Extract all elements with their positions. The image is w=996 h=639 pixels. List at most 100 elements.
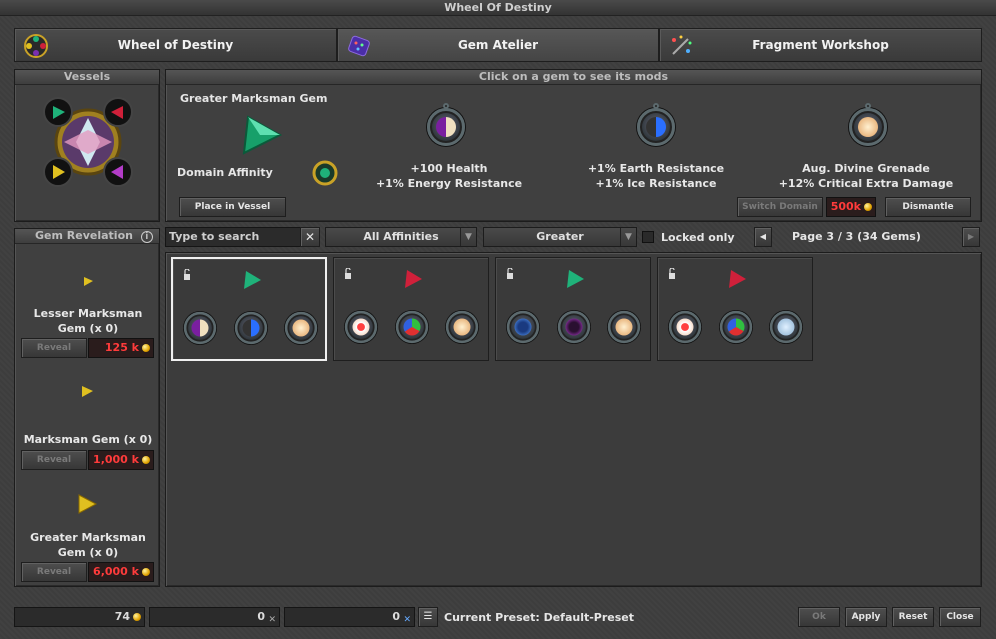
gem-card[interactable] xyxy=(333,257,489,361)
chevron-down-icon: ▼ xyxy=(460,228,476,246)
wheel-of-destiny-window: Wheel Of Destiny Wheel of Destiny Gem At… xyxy=(0,0,996,639)
gem-icon xyxy=(244,271,261,289)
affinity-dropdown[interactable]: All Affinities ▼ xyxy=(325,227,477,247)
gem-card[interactable] xyxy=(171,257,327,361)
gold-value: 74 xyxy=(114,610,130,623)
lesser-marksman-gem-icon xyxy=(84,277,93,286)
greater-gem-name-2: Gem (x 0) xyxy=(57,546,119,559)
window-title: Wheel Of Destiny xyxy=(0,0,996,16)
apply-button[interactable]: Apply xyxy=(845,607,887,627)
reveal-lesser-button[interactable]: Reveal xyxy=(21,338,87,358)
reset-button[interactable]: Reset xyxy=(892,607,934,627)
dismantle-button[interactable]: Dismantle xyxy=(885,197,971,217)
vessel-wheel-icon[interactable] xyxy=(40,94,136,190)
price-value: 1,000 k xyxy=(93,453,139,466)
affinity-value: All Affinities xyxy=(363,230,439,243)
mod-socket-earth-ice[interactable] xyxy=(637,103,675,146)
place-in-vessel-button[interactable]: Place in Vessel xyxy=(179,197,286,217)
greater-gem-name-1: Greater Marksman xyxy=(30,531,146,544)
previous-page-button[interactable]: ◀ xyxy=(754,227,772,247)
tab-label: Fragment Workshop xyxy=(752,38,889,52)
gold-balance: 74 xyxy=(14,607,145,627)
info-icon[interactable]: i xyxy=(140,231,153,243)
fragment-balance-2: 0 ✕ xyxy=(284,607,415,627)
clear-search-button[interactable]: ✕ xyxy=(300,227,320,247)
greater-marksman-gem-small-icon xyxy=(78,494,98,514)
ok-button[interactable]: Ok xyxy=(798,607,840,627)
gold-coin-icon xyxy=(142,456,150,464)
gold-coin-icon xyxy=(142,568,150,576)
tab-gem-atelier[interactable]: Gem Atelier xyxy=(337,28,659,62)
vessels-panel: Vessels xyxy=(14,69,160,222)
gem-search-input[interactable]: Type to search xyxy=(165,227,320,247)
unlocked-icon[interactable] xyxy=(344,268,352,280)
revelation-header: Gem Revelation i xyxy=(15,229,159,244)
socket-grenade-icon xyxy=(284,311,318,345)
switch-domain-price: 500k xyxy=(826,197,876,217)
domain-affinity-label: Domain Affinity xyxy=(177,166,273,179)
preset-list-button[interactable]: ☰ xyxy=(418,607,438,627)
chevron-down-icon: ▼ xyxy=(620,228,636,246)
gem-icon xyxy=(729,270,746,288)
socket-multi-resistance-icon xyxy=(719,310,753,344)
gem-size-dropdown[interactable]: Greater ▼ xyxy=(483,227,637,247)
close-button[interactable]: Close xyxy=(939,607,981,627)
domain-affinity-icon xyxy=(312,160,338,186)
reveal-marksman-button[interactable]: Reveal xyxy=(21,450,87,470)
page-info: Page 3 / 3 (34 Gems) xyxy=(792,230,921,243)
gem-revelation-panel: Gem Revelation i Lesser Marksman Gem (x … xyxy=(14,228,160,587)
size-value: Greater xyxy=(536,230,584,243)
unlocked-icon[interactable] xyxy=(506,268,514,280)
locked-only-label: Locked only xyxy=(661,231,735,244)
current-preset-label: Current Preset: Default-Preset xyxy=(444,611,635,624)
tab-fragment-workshop[interactable]: Fragment Workshop xyxy=(659,28,982,62)
next-page-button[interactable]: ▶ xyxy=(962,227,980,247)
gold-coin-icon xyxy=(142,344,150,352)
socket-grenade-icon xyxy=(607,310,641,344)
vessels-header: Vessels xyxy=(15,70,159,85)
revelation-title: Gem Revelation xyxy=(35,229,133,242)
mod-1-line-2: +1% Energy Resistance xyxy=(375,177,523,190)
details-header: Click on a gem to see its mods xyxy=(166,70,981,85)
fragments-value: 0 xyxy=(257,610,265,623)
gem-details-panel: Click on a gem to see its mods Greater M… xyxy=(165,69,982,222)
lesser-gem-name-1: Lesser Marksman xyxy=(33,307,143,320)
greater-marksman-gem-icon xyxy=(242,115,283,155)
fragments-icon xyxy=(672,35,692,55)
tab-wheel-of-destiny[interactable]: Wheel of Destiny xyxy=(14,28,337,62)
switch-price-value: 500k xyxy=(830,200,861,213)
mod-1-line-1: +100 Health xyxy=(410,162,488,175)
switch-domain-button[interactable]: Switch Domain xyxy=(737,197,823,217)
mod-2-line-1: +1% Earth Resistance xyxy=(587,162,725,175)
price-value: 6,000 k xyxy=(93,565,139,578)
marksman-gem-name: Marksman Gem (x 0) xyxy=(23,433,153,446)
socket-grenade-icon xyxy=(445,310,479,344)
unlocked-icon[interactable] xyxy=(183,269,191,281)
health-energy-icon xyxy=(436,117,456,137)
gem-card[interactable] xyxy=(657,257,813,361)
mod-socket-grenade[interactable] xyxy=(849,103,887,146)
mod-3-line-1: Aug. Divine Grenade xyxy=(802,162,930,175)
socket-health-energy-icon xyxy=(183,311,217,345)
socket-multi-resistance-icon xyxy=(395,310,429,344)
locked-only-checkbox[interactable] xyxy=(642,231,654,243)
unlocked-icon[interactable] xyxy=(668,268,676,280)
gem-icon xyxy=(405,270,422,288)
mod-socket-health-energy[interactable] xyxy=(427,103,465,146)
greater-fragment-icon: ✕ xyxy=(403,615,411,625)
fragment-icon: ✕ xyxy=(268,615,276,625)
reveal-greater-price: 6,000 k xyxy=(88,562,154,582)
socket-ice-shield-icon xyxy=(506,310,540,344)
fragment-balance-1: 0 ✕ xyxy=(149,607,280,627)
gem-card[interactable] xyxy=(495,257,651,361)
gem-bag-icon xyxy=(348,35,370,57)
earth-ice-shield-icon xyxy=(646,117,666,137)
reveal-greater-button[interactable]: Reveal xyxy=(21,562,87,582)
gem-icon xyxy=(567,270,584,288)
lesser-gem-name-2: Gem (x 0) xyxy=(57,322,119,335)
fragments-value: 0 xyxy=(392,610,400,623)
reveal-marksman-price: 1,000 k xyxy=(88,450,154,470)
marksman-gem-icon xyxy=(82,386,93,397)
gem-name: Greater Marksman Gem xyxy=(180,92,328,105)
reveal-lesser-price: 125 k xyxy=(88,338,154,358)
